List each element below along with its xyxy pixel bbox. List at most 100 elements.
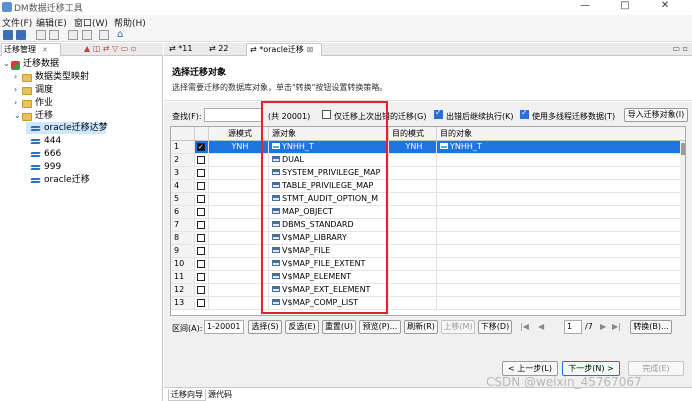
table-row[interactable]: 9 V$MAP_FILE xyxy=(171,245,683,258)
reset-button[interactable]: 重置(U) xyxy=(322,320,356,334)
find-input[interactable] xyxy=(204,108,262,122)
dst-object-cell xyxy=(437,232,683,244)
range-input[interactable]: 1-20001 xyxy=(204,320,244,334)
convert-button[interactable]: 转换(B)... xyxy=(630,320,672,334)
next-step-button[interactable]: 下一步(N) > xyxy=(562,361,620,376)
prev-step-button[interactable]: < 上一步(L) xyxy=(502,361,558,376)
minimize-button[interactable]: — xyxy=(570,0,600,14)
row-checkbox[interactable] xyxy=(197,221,205,229)
row-checkbox[interactable] xyxy=(197,195,205,203)
select-button[interactable]: 选择(S) xyxy=(248,320,282,334)
row-checkbox[interactable] xyxy=(197,208,205,216)
next-page-icon[interactable]: ▶ xyxy=(600,322,606,331)
table-scrollbar-thumb[interactable] xyxy=(681,143,685,155)
row-checkbox[interactable] xyxy=(197,182,205,190)
tab-migration-manager[interactable]: 迁移管理 ✕ xyxy=(1,43,61,56)
import-objects-button[interactable]: 导入迁移对象(I) xyxy=(624,108,688,122)
move-up-button[interactable]: 上移(M) xyxy=(441,320,475,334)
src-schema-cell xyxy=(209,284,269,296)
dst-schema-cell xyxy=(389,180,437,192)
tab-oracle-migration[interactable]: ⇄ *oracle迁移 ⊠ xyxy=(246,43,322,56)
table-row[interactable]: 5 STMT_AUDIT_OPTION_M xyxy=(171,193,683,206)
table-row[interactable]: 11 V$MAP_ELEMENT xyxy=(171,271,683,284)
close-button[interactable]: ✕ xyxy=(650,0,680,14)
finish-button[interactable]: 完成(E) xyxy=(628,361,684,376)
table-row[interactable]: 1YNHYNHH_TYNHYNHH_T xyxy=(171,141,683,154)
table-row[interactable]: 12 V$MAP_EXT_ELEMENT xyxy=(171,284,683,297)
tree-item-datatype-mapping[interactable]: 数据类型映射 xyxy=(35,72,89,83)
last-page-icon[interactable]: ▶| xyxy=(612,322,621,331)
row-check-cell xyxy=(195,297,209,309)
row-checkbox[interactable] xyxy=(197,247,205,255)
table-row[interactable]: 3 SYSTEM_PRIVILEGE_MAP xyxy=(171,167,683,180)
close-icon[interactable]: ⊠ xyxy=(306,45,313,54)
table-row[interactable]: 2 DUAL xyxy=(171,154,683,167)
tree-item-oracle-to-dm[interactable]: oracle迁移达梦 xyxy=(44,123,108,134)
range-label: 区间(A): xyxy=(172,324,203,333)
row-checkbox[interactable] xyxy=(197,156,205,164)
expand-icon[interactable]: › xyxy=(14,98,17,107)
collapse-icon[interactable]: ⌄ xyxy=(3,59,10,68)
tree-item-999[interactable]: 999 xyxy=(44,162,61,173)
prev-page-icon[interactable]: ◀ xyxy=(538,322,544,331)
tab-11[interactable]: ⇄ *11 xyxy=(166,43,204,56)
preview-button[interactable]: 预览(P)... xyxy=(359,320,401,334)
refresh-button[interactable]: 刷新(R) xyxy=(404,320,438,334)
close-icon[interactable]: ✕ xyxy=(42,46,48,54)
row-checkbox[interactable] xyxy=(197,273,205,281)
tree-item-jobs[interactable]: 作业 xyxy=(35,98,53,109)
tab-migration-wizard[interactable]: 迁移向导 xyxy=(168,389,206,401)
table-row[interactable]: 13 V$MAP_COMP_LIST xyxy=(171,297,683,310)
find-label: 查找(F): xyxy=(172,112,202,121)
copy-icon[interactable] xyxy=(49,30,59,40)
tab-source-code[interactable]: 源代码 xyxy=(206,389,234,400)
dst-object-cell: YNHH_T xyxy=(437,141,683,153)
multithread-checkbox[interactable] xyxy=(520,108,529,119)
save-icon[interactable] xyxy=(3,30,13,40)
minimize-maximize-icons[interactable]: ▭ ▫ xyxy=(672,44,688,53)
tree-item-schedule[interactable]: 调度 xyxy=(35,85,53,96)
maximize-button[interactable]: □ xyxy=(610,0,640,14)
invert-selection-button[interactable]: 反选(E) xyxy=(285,320,319,334)
row-checkbox[interactable] xyxy=(197,299,205,307)
row-checkbox[interactable] xyxy=(197,260,205,268)
table-scrollbar[interactable] xyxy=(680,141,685,315)
column-header-dst-object[interactable]: 目的对象 xyxy=(437,127,685,141)
row-check-cell xyxy=(195,193,209,205)
table-row[interactable]: 4 TABLE_PRIVILEGE_MAP xyxy=(171,180,683,193)
home-icon[interactable]: ⌂ xyxy=(117,30,127,40)
table-row[interactable]: 10 V$MAP_FILE_EXTENT xyxy=(171,258,683,271)
column-header-check[interactable] xyxy=(195,127,209,141)
tree-item-oracle-migration[interactable]: oracle迁移 xyxy=(44,175,90,186)
row-checkbox[interactable] xyxy=(197,286,205,294)
row-checkbox[interactable] xyxy=(197,141,205,153)
first-page-icon[interactable]: |◀ xyxy=(520,322,529,331)
paste-icon[interactable] xyxy=(68,30,78,40)
delete-icon[interactable] xyxy=(82,30,92,40)
tree-item-666[interactable]: 666 xyxy=(44,149,61,160)
panel-toolbar-icons[interactable]: ▲ ◫ ⇄ ▽ ▭ ▫ xyxy=(84,44,136,53)
column-header-dst-schema[interactable]: 目的模式 xyxy=(389,127,437,141)
cut-icon[interactable] xyxy=(36,30,46,40)
table-row[interactable]: 7 DBMS_STANDARD xyxy=(171,219,683,232)
save-all-icon[interactable] xyxy=(16,30,26,40)
continue-on-error-checkbox[interactable] xyxy=(434,108,443,119)
column-header-src-schema[interactable]: 源模式 xyxy=(209,127,269,141)
table-row[interactable]: 6 MAP_OBJECT xyxy=(171,206,683,219)
expand-icon[interactable]: › xyxy=(14,72,17,81)
tree-item-migrations[interactable]: 迁移 xyxy=(35,111,53,122)
tab-22[interactable]: ⇄ 22 xyxy=(206,43,244,56)
tree-item-444[interactable]: 444 xyxy=(44,136,61,147)
row-number: 5 xyxy=(171,193,195,205)
row-checkbox[interactable] xyxy=(197,169,205,177)
table-row[interactable]: 8 V$MAP_LIBRARY xyxy=(171,232,683,245)
row-number: 11 xyxy=(171,271,195,283)
collapse-icon[interactable]: ⌄ xyxy=(14,111,21,120)
row-checkbox[interactable] xyxy=(197,234,205,242)
move-down-button[interactable]: 下移(D) xyxy=(478,320,512,334)
tree-item-migration-data[interactable]: 迁移数据 xyxy=(23,59,59,70)
undo-icon[interactable] xyxy=(99,30,109,40)
dst-object-cell xyxy=(437,245,683,257)
page-input[interactable]: 1 xyxy=(564,320,582,334)
expand-icon[interactable]: › xyxy=(14,85,17,94)
